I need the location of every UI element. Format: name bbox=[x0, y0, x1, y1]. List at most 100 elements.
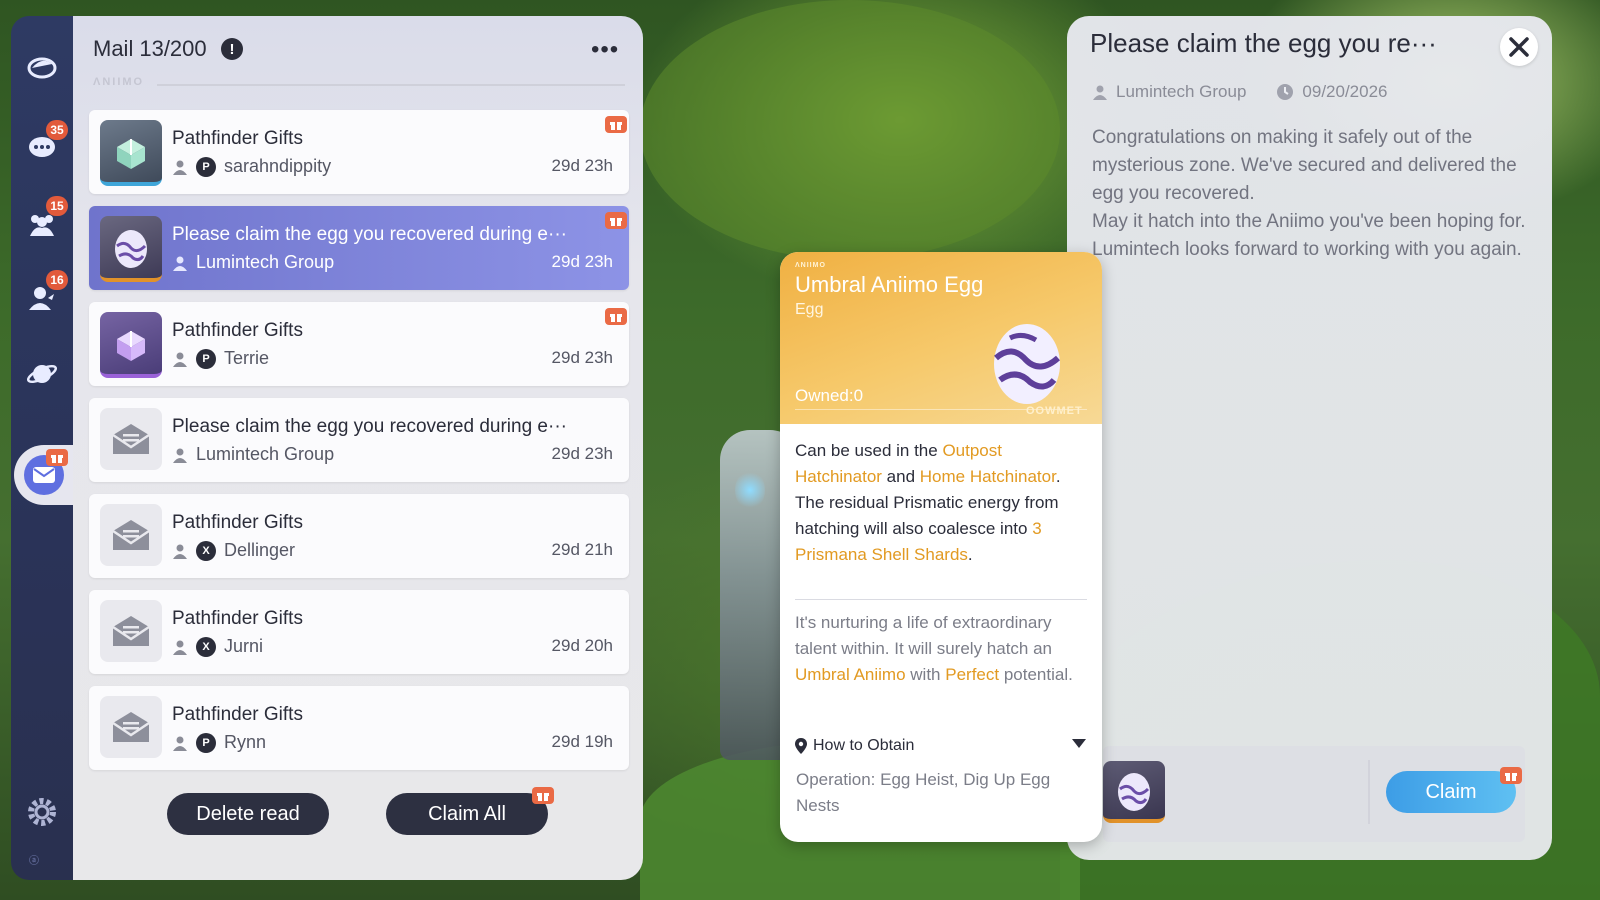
info-icon[interactable]: ! bbox=[221, 38, 243, 60]
attachment-egg-item[interactable] bbox=[1103, 761, 1165, 823]
item-brand-mark: ΛNIIMO bbox=[795, 262, 826, 269]
title-divider bbox=[157, 84, 625, 86]
detail-title: Please claim the egg you re··· bbox=[1090, 28, 1437, 58]
obtain-details: Operation: Egg Heist, Dig Up Egg Nests bbox=[796, 770, 1051, 815]
person-icon bbox=[173, 352, 187, 367]
claim-label: Claim bbox=[1425, 780, 1477, 803]
mail-subject: Pathfinder Gifts bbox=[172, 512, 303, 533]
desc-text: Can be used in the bbox=[795, 441, 943, 460]
chat-badge: 35 bbox=[46, 120, 68, 140]
more-options-button[interactable]: ••• bbox=[591, 36, 619, 64]
nav-friends[interactable]: 15 bbox=[22, 196, 68, 244]
gift-tag-icon bbox=[1500, 767, 1522, 784]
item-owned-label: Owned: bbox=[795, 386, 854, 405]
person-icon bbox=[1093, 85, 1107, 100]
mail-item[interactable]: Pathfinder Gifts P sarahndippity 29d 23h bbox=[89, 110, 629, 194]
brand-logo-small: ⓐ bbox=[29, 856, 39, 867]
item-tooltip-card: ΛNIIMO Umbral Aniimo Egg Egg Owned:0 OOW… bbox=[780, 252, 1102, 842]
envelope-icon bbox=[100, 408, 162, 470]
xbox-icon: X bbox=[196, 636, 216, 657]
mail-title: Mail 13/200 bbox=[93, 36, 207, 62]
envelope-icon bbox=[100, 504, 162, 566]
mail-sender: Dellinger bbox=[224, 540, 296, 560]
mail-count: 13/200 bbox=[139, 36, 207, 61]
mail-sender-row: X Jurni bbox=[172, 636, 263, 657]
mail-sender: Lumintech Group bbox=[196, 252, 335, 272]
flavor-highlight: Perfect bbox=[945, 665, 1000, 684]
mail-sender-row: Lumintech Group bbox=[172, 252, 334, 273]
mail-item[interactable]: Please claim the egg you recovered durin… bbox=[89, 398, 629, 482]
mail-item[interactable]: Pathfinder Gifts X Jurni 29d 20h bbox=[89, 590, 629, 674]
mail-expiry: 29d 23h bbox=[551, 348, 613, 367]
desc-text: and bbox=[881, 467, 920, 486]
social-badge: 16 bbox=[46, 270, 68, 290]
item-owned-value: 0 bbox=[853, 386, 864, 405]
playstation-icon: P bbox=[196, 732, 216, 753]
how-to-obtain-toggle[interactable]: How to Obtain bbox=[795, 735, 1087, 757]
mail-sender: Rynn bbox=[224, 732, 267, 752]
mail-sender-row: P sarahndippity bbox=[172, 156, 331, 177]
mail-subject: Please claim the egg you recovered durin… bbox=[172, 416, 567, 437]
mail-expiry: 29d 19h bbox=[551, 732, 613, 751]
claim-all-button[interactable]: Claim All bbox=[386, 787, 554, 835]
mail-subject: Pathfinder Gifts bbox=[172, 128, 303, 149]
person-icon bbox=[173, 160, 187, 175]
mail-subject: Pathfinder Gifts bbox=[172, 704, 303, 725]
claim-button[interactable]: Claim bbox=[1386, 767, 1522, 813]
mail-item[interactable]: Pathfinder Gifts X Dellinger 29d 21h bbox=[89, 494, 629, 578]
desc-text: . bbox=[967, 545, 973, 564]
mail-expiry: 29d 23h bbox=[551, 156, 613, 175]
xbox-icon: X bbox=[196, 540, 216, 561]
detail-body-paragraph: May it hatch into the Aniimo you've been… bbox=[1092, 211, 1526, 260]
mail-item[interactable]: Pathfinder Gifts P Rynn 29d 19h bbox=[89, 686, 629, 770]
flavor-text: It's nurturing a life of extraordinary t… bbox=[795, 613, 1053, 658]
mail-expiry: 29d 20h bbox=[551, 636, 613, 655]
chevron-down-icon bbox=[1072, 739, 1086, 748]
claim-all-label: Claim All bbox=[428, 802, 506, 825]
item-card-header: ΛNIIMO Umbral Aniimo Egg Egg Owned:0 OOW… bbox=[780, 252, 1102, 424]
mail-item-selected[interactable]: Please claim the egg you recovered durin… bbox=[89, 206, 629, 290]
nav-social[interactable]: 16 bbox=[22, 270, 68, 318]
person-icon bbox=[173, 736, 187, 751]
close-icon bbox=[1509, 37, 1529, 57]
gift-box-icon bbox=[100, 312, 162, 378]
mail-item[interactable]: Pathfinder Gifts P Terrie 29d 23h bbox=[89, 302, 629, 386]
character-glow-effect bbox=[735, 470, 765, 510]
nav-home[interactable] bbox=[22, 46, 62, 86]
mail-sender: Jurni bbox=[224, 636, 264, 656]
mail-sender-row: P Terrie bbox=[172, 348, 269, 369]
close-button[interactable] bbox=[1500, 28, 1538, 66]
item-type: Egg bbox=[795, 301, 824, 318]
nav-chat[interactable]: 35 bbox=[22, 120, 68, 168]
mail-sender: Lumintech Group bbox=[196, 444, 335, 464]
egg-icon bbox=[100, 216, 162, 282]
mail-subject: Pathfinder Gifts bbox=[172, 320, 303, 341]
person-icon bbox=[173, 448, 187, 463]
item-name: Umbral Aniimo Egg bbox=[795, 272, 984, 297]
gift-tag-icon bbox=[605, 212, 627, 229]
gift-tag-icon bbox=[605, 116, 627, 133]
attachment-divider bbox=[1368, 760, 1370, 824]
gift-tag-icon bbox=[532, 787, 554, 804]
flavor-text: potential. bbox=[999, 665, 1073, 684]
gift-tag-icon bbox=[605, 308, 627, 325]
background-foliage bbox=[640, 0, 1060, 260]
item-owned: Owned:0 bbox=[795, 386, 863, 406]
delete-read-button[interactable]: Delete read bbox=[167, 793, 329, 835]
detail-body-paragraph: Congratulations on making it safely out … bbox=[1092, 127, 1517, 204]
detail-date: 09/20/2026 bbox=[1302, 82, 1388, 101]
mail-sender-row: P Rynn bbox=[172, 732, 266, 753]
item-divider bbox=[795, 599, 1087, 600]
detail-sender: Lumintech Group bbox=[1116, 82, 1247, 101]
mail-subject: Please claim the egg you recovered durin… bbox=[172, 224, 567, 245]
mail-sender: sarahndippity bbox=[224, 156, 332, 176]
nav-planet[interactable] bbox=[22, 354, 62, 394]
envelope-icon bbox=[100, 600, 162, 662]
egg-icon bbox=[1118, 773, 1150, 811]
friends-badge: 15 bbox=[46, 196, 68, 216]
nav-settings[interactable] bbox=[22, 792, 62, 832]
person-icon bbox=[173, 256, 187, 271]
item-flavor-text: It's nurturing a life of extraordinary t… bbox=[795, 610, 1091, 688]
mail-sender-row: X Dellinger bbox=[172, 540, 295, 561]
nav-mail[interactable] bbox=[14, 445, 76, 505]
